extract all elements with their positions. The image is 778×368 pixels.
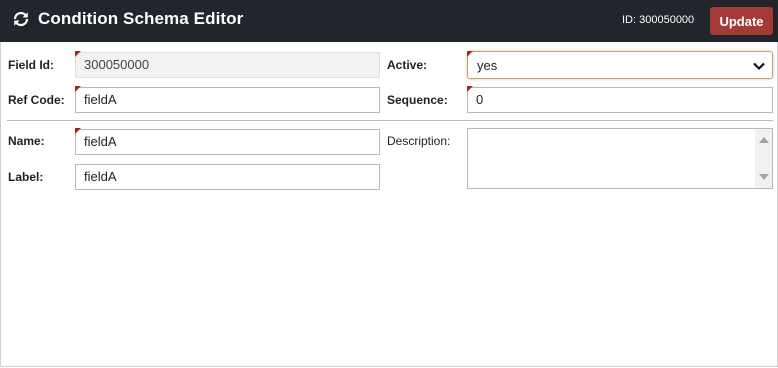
required-marker: [75, 51, 81, 57]
required-marker: [75, 86, 81, 92]
field-id-input: 300050000: [75, 52, 380, 78]
ref-code-input[interactable]: fieldA: [75, 87, 380, 113]
required-marker: [467, 51, 473, 57]
required-marker: [75, 128, 81, 134]
ref-code-label: Ref Code:: [8, 93, 65, 107]
active-label: Active:: [387, 58, 428, 72]
update-button[interactable]: Update: [710, 7, 773, 35]
refresh-icon[interactable]: [12, 10, 30, 28]
section-divider: [7, 120, 773, 121]
required-marker: [467, 86, 473, 92]
scroll-down-icon[interactable]: [759, 174, 769, 180]
name-label: Name:: [8, 134, 45, 148]
sequence-input[interactable]: 0: [467, 87, 773, 113]
scrollbar[interactable]: [755, 129, 772, 188]
page-title: Condition Schema Editor: [38, 9, 244, 28]
record-id: ID: 300050000: [622, 14, 695, 26]
header-bar: Condition Schema Editor ID: 300050000 Up…: [0, 0, 778, 42]
label-label: Label:: [8, 170, 44, 184]
label-input[interactable]: fieldA: [75, 164, 380, 190]
field-id-label: Field Id:: [8, 58, 54, 72]
title-group: Condition Schema Editor: [12, 9, 243, 29]
name-input[interactable]: fieldA: [75, 129, 380, 155]
scroll-up-icon[interactable]: [759, 137, 769, 143]
active-select[interactable]: yes: [467, 51, 773, 79]
description-label: Description:: [387, 134, 451, 148]
active-select-value: yes: [477, 58, 498, 73]
chevron-down-icon: [753, 62, 765, 71]
sequence-label: Sequence:: [387, 93, 448, 107]
description-textarea[interactable]: [467, 128, 773, 189]
